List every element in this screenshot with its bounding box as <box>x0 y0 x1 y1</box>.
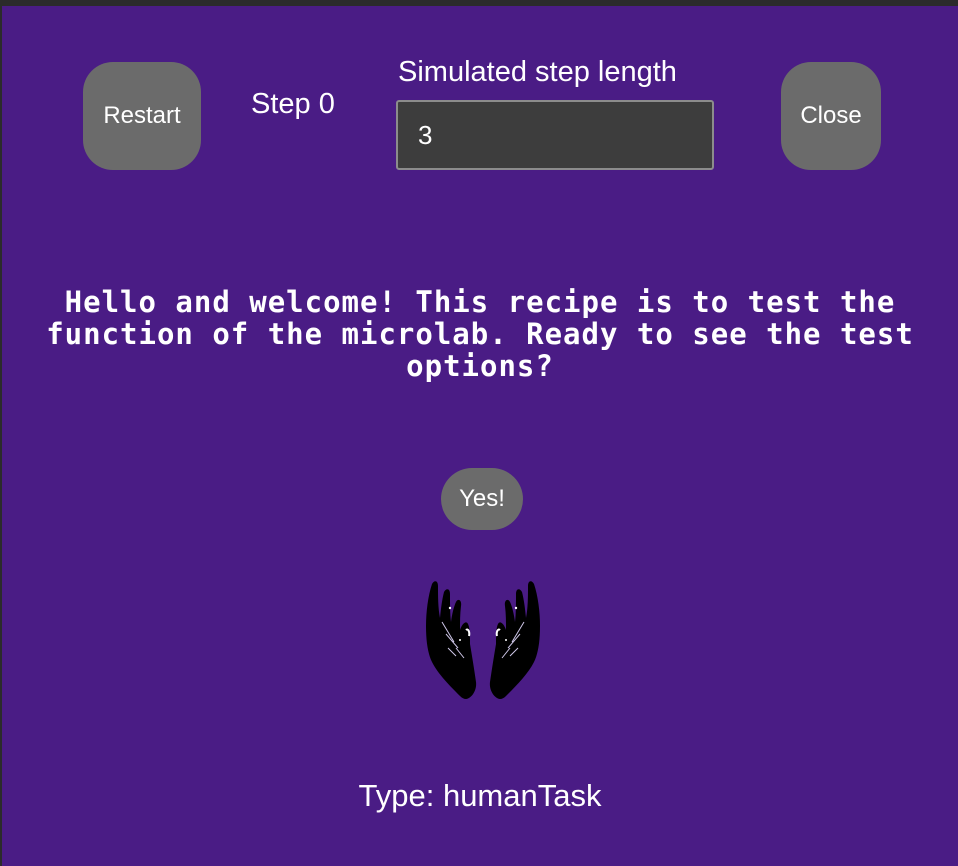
step-indicator: Step 0 <box>251 88 335 120</box>
app-window: Restart Step 0 Simulated step length Clo… <box>0 0 958 866</box>
task-type-label: Type: humanTask <box>358 778 602 813</box>
recipe-panel: Restart Step 0 Simulated step length Clo… <box>2 6 958 866</box>
step-length-input[interactable] <box>396 100 714 170</box>
yes-button[interactable]: Yes! <box>441 468 523 530</box>
restart-button[interactable]: Restart <box>83 62 201 170</box>
recipe-message: Hello and welcome! This recipe is to tes… <box>46 285 914 383</box>
hands-icon <box>420 578 546 700</box>
step-length-label: Simulated step length <box>398 56 677 88</box>
close-button[interactable]: Close <box>781 62 881 170</box>
